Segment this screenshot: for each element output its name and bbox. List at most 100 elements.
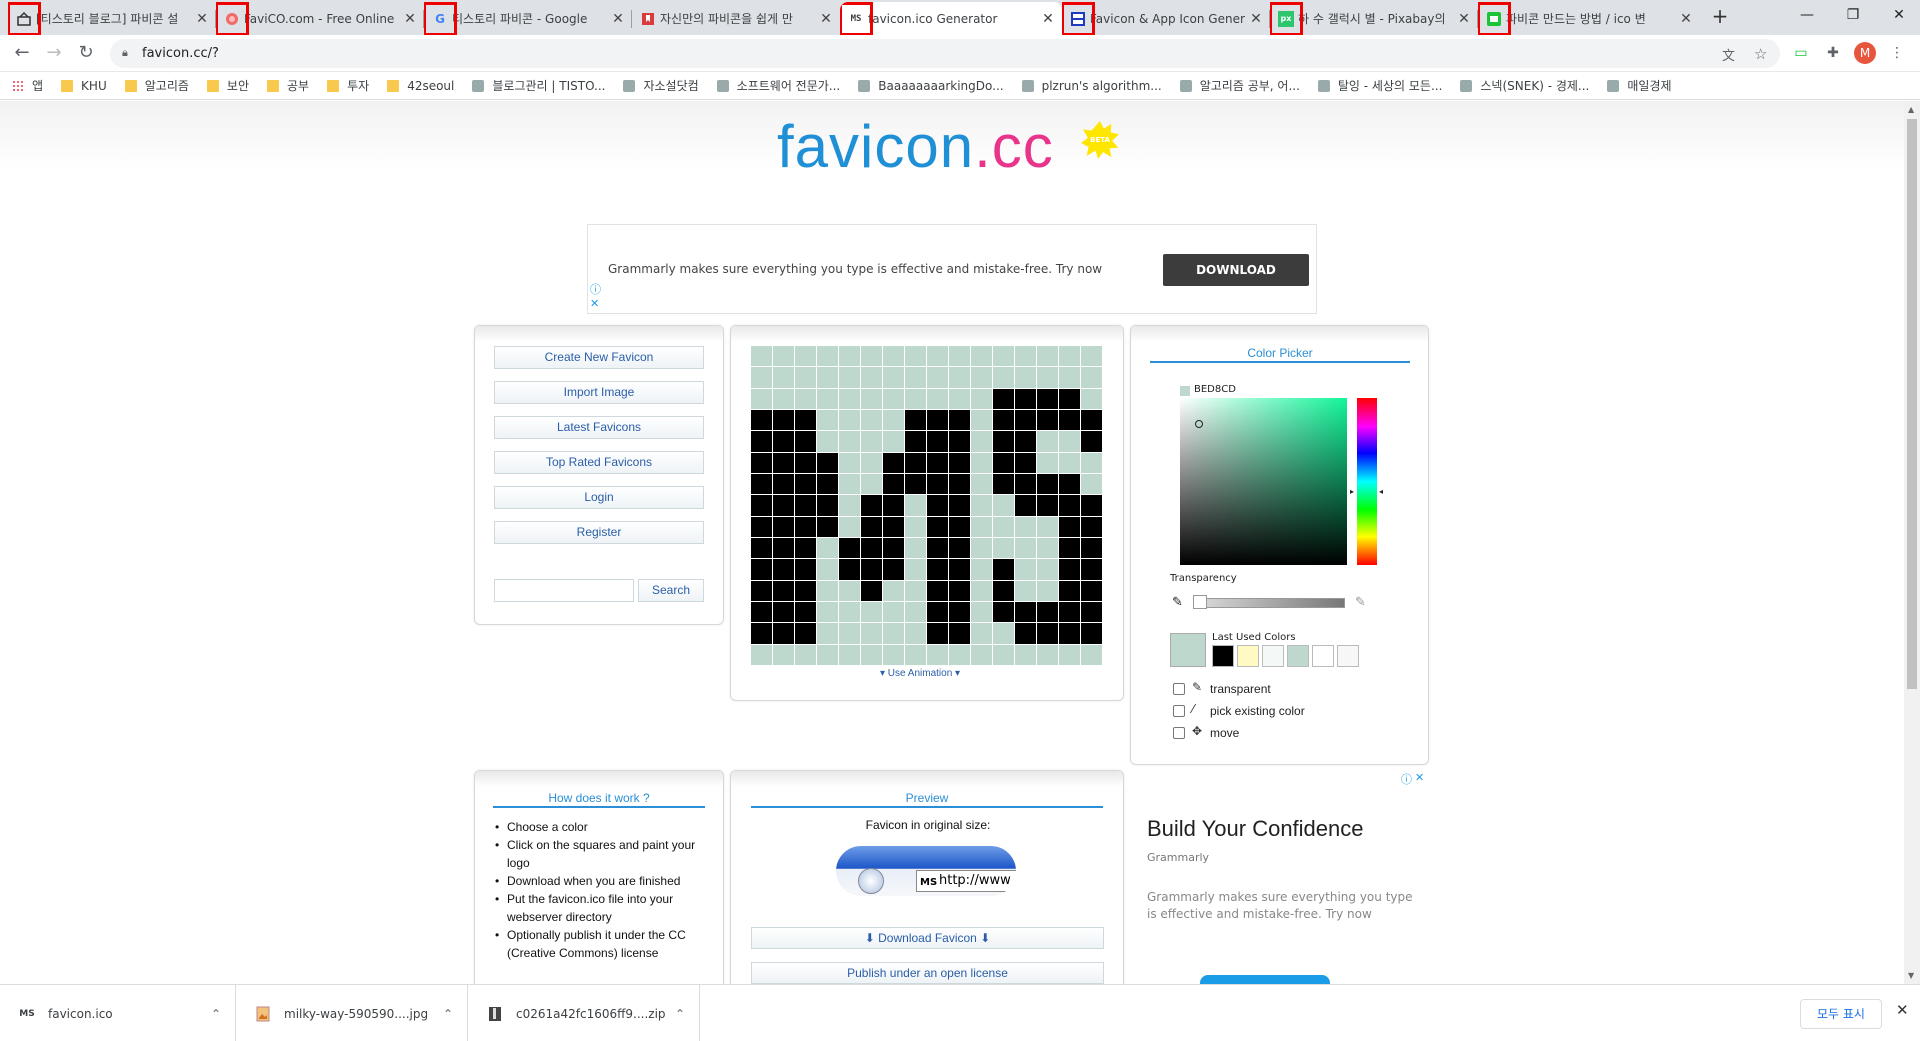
pixel-cell[interactable] xyxy=(751,495,772,516)
download-item[interactable]: MS favicon.ico ⌃ xyxy=(0,985,236,1041)
pixel-cell[interactable] xyxy=(1015,452,1036,473)
pixel-cell[interactable] xyxy=(1081,474,1102,495)
search-input[interactable] xyxy=(494,579,634,602)
pixel-cell[interactable] xyxy=(751,367,772,388)
pixel-cell[interactable] xyxy=(861,644,882,665)
close-download-shelf-icon[interactable]: ✕ xyxy=(1896,1001,1909,1019)
pixel-cell[interactable] xyxy=(971,538,992,559)
pixel-cell[interactable] xyxy=(795,431,816,452)
pixel-cell[interactable] xyxy=(1037,367,1058,388)
pixel-cell[interactable] xyxy=(949,495,970,516)
pixel-cell[interactable] xyxy=(795,367,816,388)
pixel-cell[interactable] xyxy=(971,452,992,473)
pixel-cell[interactable] xyxy=(993,623,1014,644)
extension-screen-icon[interactable]: ▭ xyxy=(1790,42,1812,64)
pixel-cell[interactable] xyxy=(861,410,882,431)
show-all-downloads-button[interactable]: 모두 표시 xyxy=(1800,999,1882,1029)
saturation-value-area[interactable] xyxy=(1180,398,1347,565)
pixel-cell[interactable] xyxy=(773,410,794,431)
pixel-cell[interactable] xyxy=(927,538,948,559)
pixel-cell[interactable] xyxy=(795,495,816,516)
pixel-cell[interactable] xyxy=(971,644,992,665)
pixel-cell[interactable] xyxy=(839,431,860,452)
pixel-cell[interactable] xyxy=(817,474,838,495)
pixel-cell[interactable] xyxy=(839,367,860,388)
pixel-cell[interactable] xyxy=(971,346,992,367)
pixel-cell[interactable] xyxy=(861,346,882,367)
pixel-cell[interactable] xyxy=(1037,346,1058,367)
last-used-color-swatch[interactable] xyxy=(1262,645,1284,667)
pixel-cell[interactable] xyxy=(883,495,904,516)
translate-icon[interactable]: 文 xyxy=(1722,45,1735,64)
pixel-cell[interactable] xyxy=(905,474,926,495)
pixel-cell[interactable] xyxy=(795,346,816,367)
pixel-cell[interactable] xyxy=(1037,623,1058,644)
pixel-cell[interactable] xyxy=(927,367,948,388)
pixel-cell[interactable] xyxy=(773,623,794,644)
pixel-cell[interactable] xyxy=(1037,474,1058,495)
pixel-cell[interactable] xyxy=(993,559,1014,580)
pixel-cell[interactable] xyxy=(927,602,948,623)
pixel-cell[interactable] xyxy=(1059,559,1080,580)
last-used-color-swatch[interactable] xyxy=(1212,645,1234,667)
pixel-cell[interactable] xyxy=(1081,495,1102,516)
pixel-cell[interactable] xyxy=(971,431,992,452)
pixel-cell[interactable] xyxy=(839,495,860,516)
pixel-cell[interactable] xyxy=(817,431,838,452)
pixel-cell[interactable] xyxy=(817,623,838,644)
pixel-cell[interactable] xyxy=(1037,452,1058,473)
pixel-cell[interactable] xyxy=(861,538,882,559)
pixel-cell[interactable] xyxy=(949,538,970,559)
pixel-cell[interactable] xyxy=(1015,644,1036,665)
bookmark-item[interactable]: 알고리즘 xyxy=(124,77,189,94)
pixel-cell[interactable] xyxy=(927,346,948,367)
tab-6[interactable]: Favicon & App Icon Gener ✕ xyxy=(1062,2,1270,35)
pixel-cell[interactable] xyxy=(839,474,860,495)
pixel-cell[interactable] xyxy=(883,580,904,601)
pixel-cell[interactable] xyxy=(839,516,860,537)
pixel-cell[interactable] xyxy=(949,602,970,623)
pixel-cell[interactable] xyxy=(751,623,772,644)
pixel-cell[interactable] xyxy=(993,602,1014,623)
pixel-cell[interactable] xyxy=(971,559,992,580)
pixel-cell[interactable] xyxy=(1015,474,1036,495)
pixel-cell[interactable] xyxy=(773,580,794,601)
pixel-cell[interactable] xyxy=(993,474,1014,495)
pixel-cell[interactable] xyxy=(949,431,970,452)
pixel-cell[interactable] xyxy=(773,388,794,409)
pixel-cell[interactable] xyxy=(1015,516,1036,537)
pixel-cell[interactable] xyxy=(1015,431,1036,452)
pixel-cell[interactable] xyxy=(971,495,992,516)
pixel-cell[interactable] xyxy=(817,367,838,388)
pixel-cell[interactable] xyxy=(1081,644,1102,665)
pixel-cell[interactable] xyxy=(1081,580,1102,601)
latest-favicons-button[interactable]: Latest Favicons xyxy=(494,416,704,439)
pixel-cell[interactable] xyxy=(1081,559,1102,580)
vertical-scrollbar[interactable]: ▲ ▼ xyxy=(1904,101,1920,984)
pixel-cell[interactable] xyxy=(905,495,926,516)
site-logo[interactable]: favicon.cc xyxy=(777,112,1054,181)
download-favicon-button[interactable]: ⬇ Download Favicon ⬇ xyxy=(751,927,1104,949)
tab-1[interactable]: [티스토리 블로그] 파비콘 설 ✕ xyxy=(8,2,216,35)
pixel-cell[interactable] xyxy=(1037,559,1058,580)
top-rated-favicons-button[interactable]: Top Rated Favicons xyxy=(494,451,704,474)
pixel-cell[interactable] xyxy=(949,410,970,431)
pixel-cell[interactable] xyxy=(927,431,948,452)
pixel-cell[interactable] xyxy=(927,580,948,601)
side-advertisement[interactable]: ⓘ ✕ Build Your Confidence Grammarly Gram… xyxy=(1130,771,1429,985)
transparency-knob[interactable] xyxy=(1193,595,1207,609)
pixel-cell[interactable] xyxy=(905,602,926,623)
pixel-cell[interactable] xyxy=(751,388,772,409)
pixel-cell[interactable] xyxy=(1081,346,1102,367)
transparency-slider[interactable] xyxy=(1193,598,1345,608)
pixel-cell[interactable] xyxy=(883,410,904,431)
import-image-button[interactable]: Import Image xyxy=(494,381,704,404)
pixel-cell[interactable] xyxy=(905,388,926,409)
pixel-cell[interactable] xyxy=(839,559,860,580)
pixel-cell[interactable] xyxy=(751,452,772,473)
pixel-cell[interactable] xyxy=(971,367,992,388)
pixel-cell[interactable] xyxy=(993,367,1014,388)
pixel-cell[interactable] xyxy=(971,516,992,537)
pixel-cell[interactable] xyxy=(1015,367,1036,388)
pixel-cell[interactable] xyxy=(795,580,816,601)
